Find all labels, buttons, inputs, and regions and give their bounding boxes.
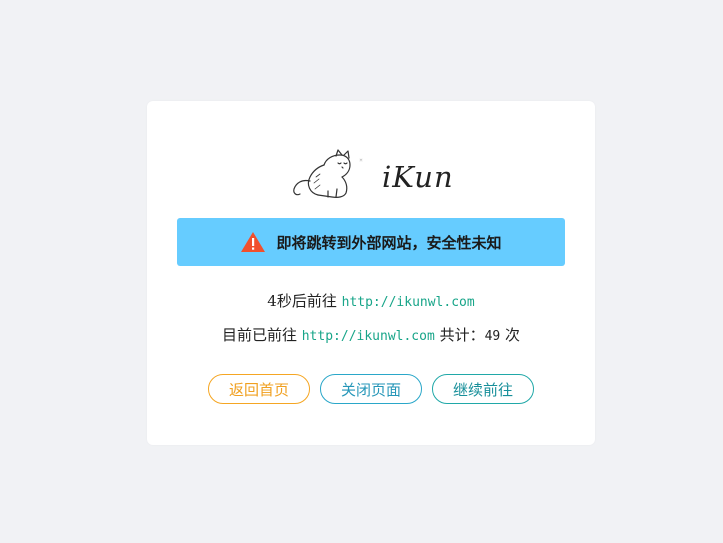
countdown-line: 4秒后前往 http://ikunwl.com (147, 290, 595, 311)
visit-prefix: 目前已前往 (221, 326, 297, 344)
visit-count-line: 目前已前往 http://ikunwl.com 共计：49 次 (147, 324, 595, 345)
cat-icon (293, 149, 363, 198)
logo-text: iKun (382, 160, 454, 194)
target-url-link[interactable]: http://ikunwl.com (342, 295, 475, 310)
count-unit: 次 (505, 326, 521, 344)
action-buttons: 返回首页 关闭页面 继续前往 (208, 374, 538, 406)
count-label: 共计： (439, 326, 485, 344)
back-home-button[interactable]: 返回首页 (208, 374, 310, 404)
warning-text: 即将跳转到外部网站，安全性未知 (276, 233, 502, 252)
history-url-link[interactable]: http://ikunwl.com (302, 329, 435, 344)
countdown-text: 4秒后前往 (267, 292, 337, 310)
warning-triangle-icon (240, 231, 266, 253)
continue-button[interactable]: 继续前往 (432, 374, 534, 404)
warning-banner: 即将跳转到外部网站，安全性未知 (177, 218, 565, 266)
close-page-button[interactable]: 关闭页面 (320, 374, 422, 404)
visit-count: 49 (484, 329, 501, 344)
logo: iKun (288, 147, 463, 203)
